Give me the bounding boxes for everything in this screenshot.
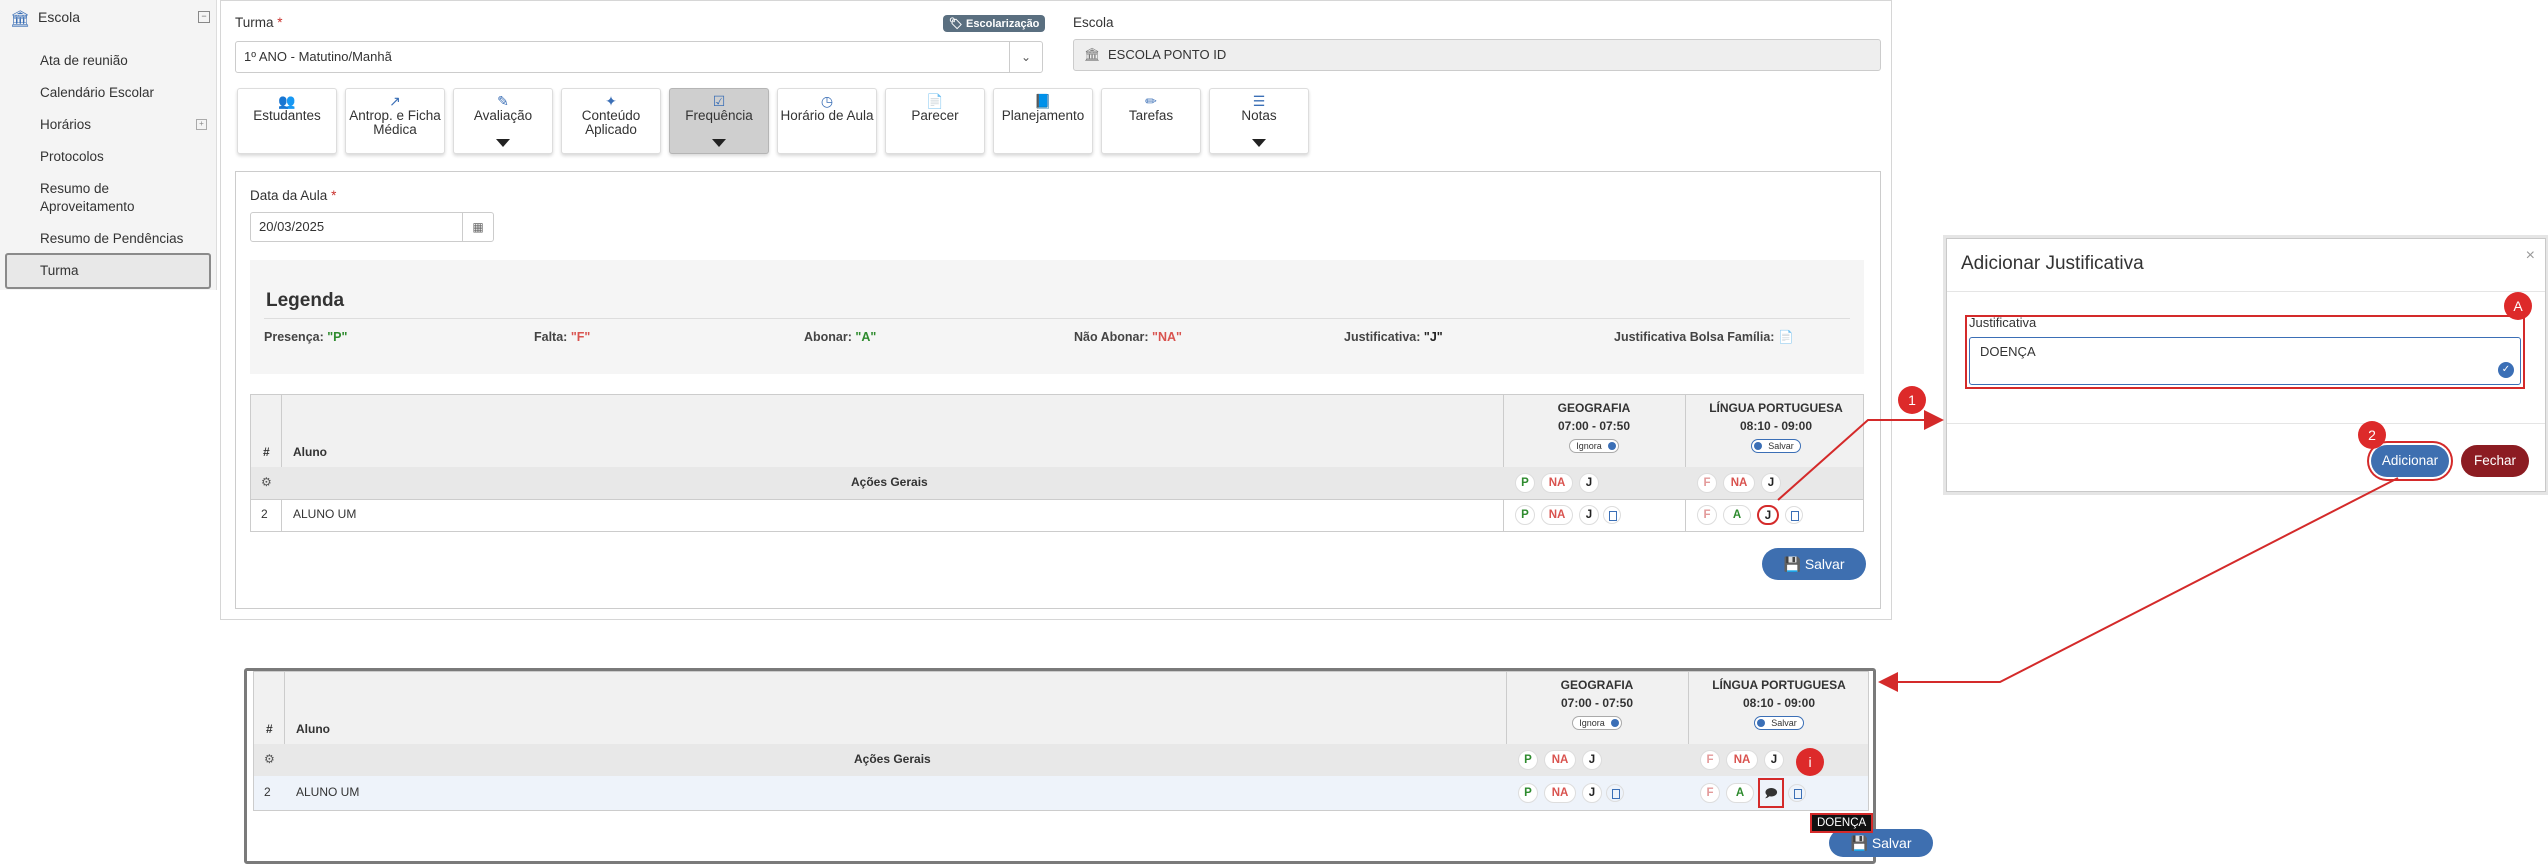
annotation-arrows (1777, 410, 2399, 692)
